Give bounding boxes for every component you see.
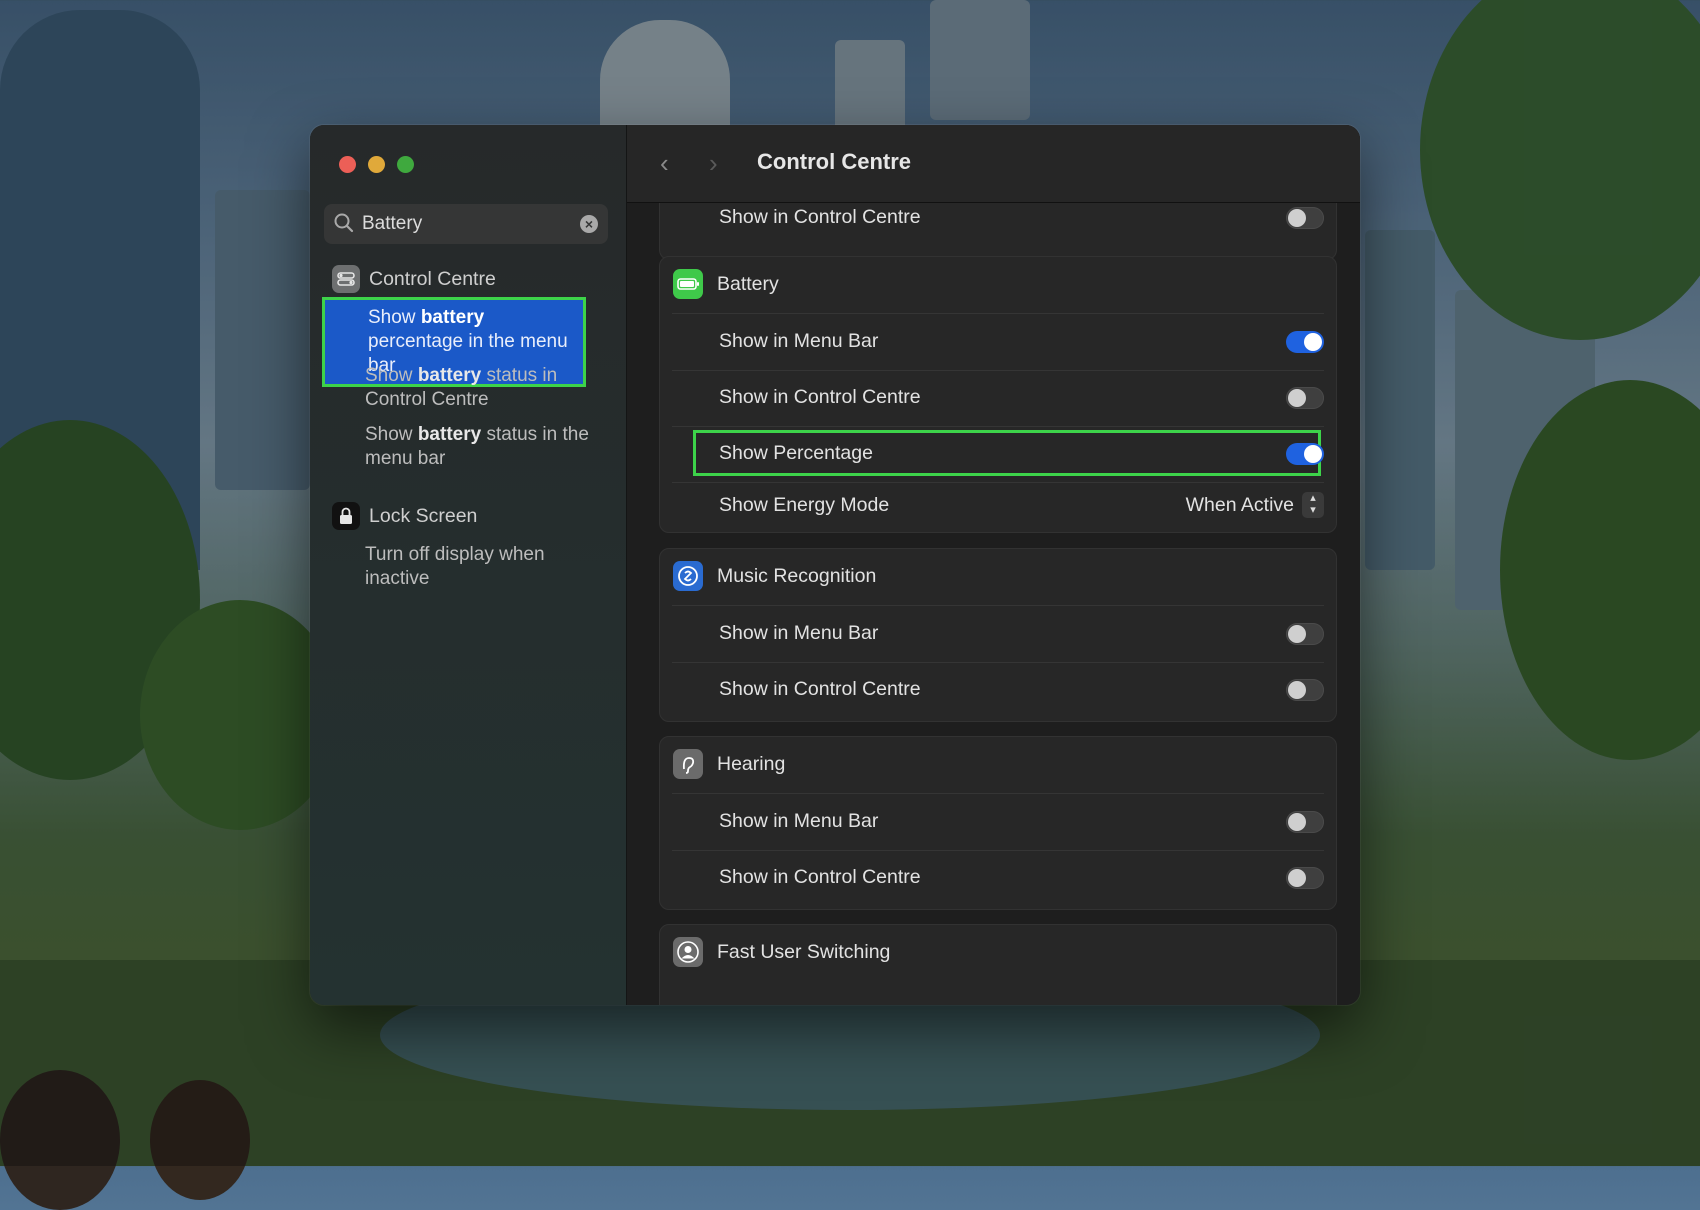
row-label: Show in Control Centre bbox=[719, 678, 921, 700]
result-text: Show bbox=[368, 307, 421, 328]
search-result-battery-status-control-centre[interactable]: Show battery status in Control Centre bbox=[365, 364, 605, 412]
row-label: Show in Control Centre bbox=[719, 866, 921, 888]
music-recognition-section: Music Recognition Show in Menu Bar Show … bbox=[659, 548, 1337, 722]
toggle-switch[interactable] bbox=[1286, 207, 1324, 229]
result-match-text: battery bbox=[417, 365, 482, 386]
main-content: ‹ › Control Centre Show in Control Centr… bbox=[627, 125, 1360, 1005]
toolbar: ‹ › Control Centre bbox=[627, 125, 1360, 203]
row-label: Show in Menu Bar bbox=[719, 330, 879, 352]
row-label: Show in Menu Bar bbox=[719, 622, 879, 644]
sidebar-category-label: Lock Screen bbox=[369, 505, 478, 527]
result-match-text: battery bbox=[420, 307, 485, 328]
row-label: Show in Menu Bar bbox=[719, 810, 879, 832]
row-show-percentage: Show Percentage bbox=[660, 426, 1336, 482]
close-window-button[interactable] bbox=[339, 156, 356, 173]
result-text: Turn off display when inactive bbox=[365, 544, 545, 589]
row-show-in-control-centre: Show in Control Centre bbox=[660, 850, 1336, 906]
shazam-icon bbox=[673, 561, 703, 591]
user-icon bbox=[673, 937, 703, 967]
sidebar: × Control Centre Show battery percentage… bbox=[310, 125, 627, 1005]
fast-user-switching-section: Fast User Switching bbox=[659, 924, 1337, 1005]
energy-mode-select-value[interactable]: When Active bbox=[1186, 494, 1294, 517]
result-text: Show bbox=[365, 365, 418, 386]
chevron-up-down-icon[interactable]: ▴ ▾ bbox=[1302, 492, 1324, 518]
row-label: Show Percentage bbox=[719, 442, 873, 464]
show-in-menu-bar-toggle[interactable] bbox=[1286, 811, 1324, 833]
search-result-battery-status-menu-bar[interactable]: Show battery status in the menu bar bbox=[365, 423, 605, 471]
sidebar-category-label: Control Centre bbox=[369, 268, 496, 290]
zoom-window-button[interactable] bbox=[397, 156, 414, 173]
hearing-section: Hearing Show in Menu Bar Show in Control… bbox=[659, 736, 1337, 910]
section-title: Music Recognition bbox=[717, 565, 877, 587]
show-in-control-centre-toggle[interactable] bbox=[1286, 867, 1324, 889]
show-percentage-toggle[interactable] bbox=[1286, 443, 1324, 465]
result-match-text: battery bbox=[417, 424, 482, 445]
section-title: Battery bbox=[717, 273, 779, 295]
back-button[interactable]: ‹ bbox=[660, 150, 669, 176]
forward-button[interactable]: › bbox=[709, 150, 718, 176]
ear-icon bbox=[673, 749, 703, 779]
clear-search-icon[interactable]: × bbox=[580, 215, 598, 233]
lock-icon bbox=[332, 502, 360, 530]
show-in-control-centre-toggle[interactable] bbox=[1286, 679, 1324, 701]
search-field[interactable]: × bbox=[324, 204, 608, 244]
control-centre-icon bbox=[332, 265, 360, 293]
battery-icon bbox=[673, 269, 703, 299]
system-settings-window: × Control Centre Show battery percentage… bbox=[310, 125, 1360, 1005]
show-in-control-centre-toggle[interactable] bbox=[1286, 387, 1324, 409]
section-title: Hearing bbox=[717, 753, 786, 775]
row-show-in-menu-bar: Show in Menu Bar bbox=[660, 314, 1336, 370]
row-label: Show in Control Centre bbox=[719, 386, 921, 408]
row-show-energy-mode: Show Energy Mode When Active ▴ ▾ bbox=[660, 482, 1336, 532]
row-show-in-control-centre: Show in Control Centre bbox=[660, 370, 1336, 426]
minimize-window-button[interactable] bbox=[368, 156, 385, 173]
result-text: Show bbox=[365, 424, 418, 445]
search-icon bbox=[333, 212, 355, 239]
show-in-menu-bar-toggle[interactable] bbox=[1286, 331, 1324, 353]
battery-section: Battery Show in Menu Bar Show in Control… bbox=[659, 256, 1337, 533]
row-show-in-menu-bar: Show in Menu Bar bbox=[660, 606, 1336, 662]
section-title: Fast User Switching bbox=[717, 941, 891, 963]
show-in-menu-bar-toggle[interactable] bbox=[1286, 623, 1324, 645]
page-title: Control Centre bbox=[757, 149, 911, 174]
search-result-turn-off-display[interactable]: Turn off display when inactive bbox=[365, 543, 605, 591]
row-show-in-control-centre: Show in Control Centre bbox=[660, 662, 1336, 718]
search-input[interactable] bbox=[362, 204, 572, 244]
row-label: Show Energy Mode bbox=[719, 494, 890, 516]
row-label: Show in Control Centre bbox=[719, 206, 921, 228]
row-show-in-menu-bar: Show in Menu Bar bbox=[660, 794, 1336, 850]
